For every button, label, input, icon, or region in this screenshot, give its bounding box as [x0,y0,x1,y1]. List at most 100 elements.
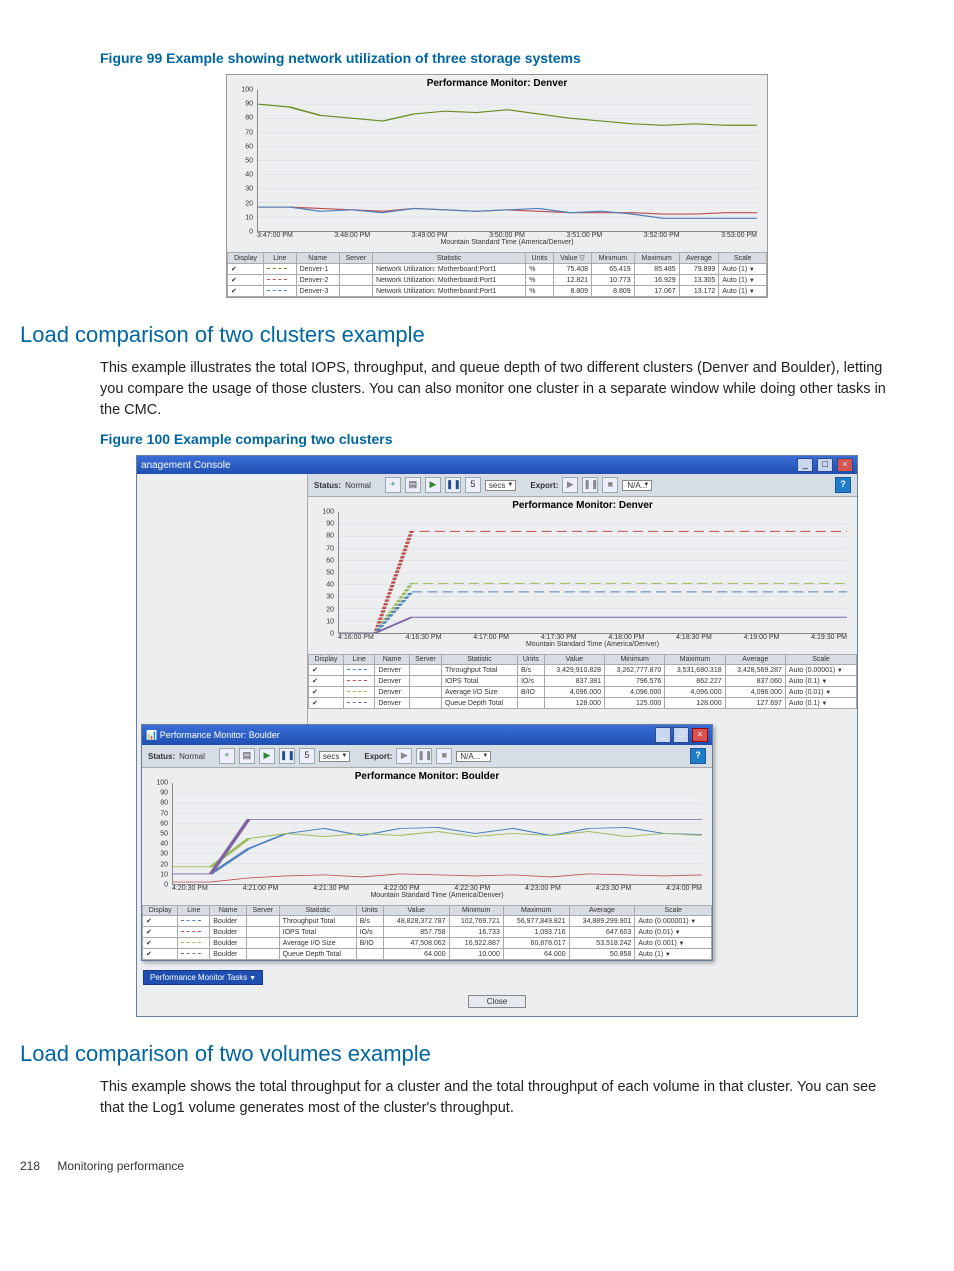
table-header[interactable]: Statistic [441,655,517,665]
boulder-interval-stepper[interactable]: 5 [299,748,315,764]
boulder-minimize-icon[interactable]: _ [655,727,671,743]
boulder-maximize-icon[interactable]: □ [673,727,689,743]
table-header[interactable]: Display [228,253,264,264]
table-header[interactable]: Display [143,906,178,916]
scale-select[interactable]: Auto (0.000001) [635,916,712,927]
table-header[interactable]: Server [409,655,441,665]
figure-99-y-axis: 1009080 706050 403020 100 [233,90,255,232]
na-button[interactable]: N/A... [622,480,652,491]
help-icon[interactable]: ? [835,477,851,493]
close-button[interactable]: Close [468,995,526,1008]
table-header[interactable]: Maximum [503,906,569,916]
table-header[interactable]: Name [210,906,247,916]
export-play-icon[interactable]: ▶ [562,477,578,493]
scale-select[interactable]: Auto (1) [719,286,767,297]
scale-select[interactable]: Auto (0.01) [785,687,856,698]
table-header[interactable]: Minimum [592,253,635,264]
export-stop-icon[interactable]: ■ [602,477,618,493]
scale-select[interactable]: Auto (0.01) [635,927,712,938]
add-button[interactable]: + [385,477,401,493]
table-header[interactable]: Display [309,655,344,665]
scale-select[interactable]: Auto (1) [719,264,767,275]
perf-monitor-tasks-button[interactable]: Performance Monitor Tasks [143,970,263,985]
boulder-help-icon[interactable]: ? [690,748,706,764]
table-header[interactable]: Minimum [605,655,665,665]
table-header[interactable]: Line [264,253,297,264]
table-header[interactable]: Units [517,655,544,665]
table-header[interactable]: Average [679,253,719,264]
display-checkbox[interactable]: ✔ [228,264,264,275]
table-header[interactable]: Statistic [279,906,356,916]
time-unit-select[interactable]: secs [485,480,516,491]
table-header[interactable]: Average [725,655,785,665]
close-icon[interactable]: × [837,458,853,472]
display-checkbox[interactable]: ✔ [143,938,178,949]
table-header[interactable]: Minimum [449,906,503,916]
table-header[interactable]: Server [339,253,372,264]
export-pause-icon[interactable]: ❚❚ [582,477,598,493]
display-checkbox[interactable]: ✔ [228,286,264,297]
name-cell: Denver-1 [296,264,339,275]
table-header[interactable]: Scale [719,253,767,264]
section-2-heading: Load comparison of two volumes example [20,1041,894,1067]
play-icon[interactable]: ▶ [425,477,441,493]
table-header[interactable]: Scale [785,655,856,665]
display-checkbox[interactable]: ✔ [143,949,178,960]
scale-select[interactable]: Auto (0.1) [785,676,856,687]
line-swatch-cell [343,676,374,687]
display-checkbox[interactable]: ✔ [309,665,344,676]
table-header[interactable]: Maximum [665,655,725,665]
table-header[interactable]: Value [544,655,604,665]
table-header[interactable]: Name [296,253,339,264]
server-cell [339,286,372,297]
line-swatch-cell [264,264,297,275]
scale-select[interactable]: Auto (0.1) [785,698,856,709]
display-checkbox[interactable]: ✔ [228,275,264,286]
scale-select[interactable]: Auto (0.001) [635,938,712,949]
scale-select[interactable]: Auto (1) [635,949,712,960]
boulder-close-icon[interactable]: × [692,728,708,742]
maximize-icon[interactable]: □ [817,458,833,472]
server-cell [409,698,441,709]
maximum-cell: 4,096.000 [665,687,725,698]
table-header[interactable]: Name [375,655,409,665]
boulder-export-stop-icon[interactable]: ■ [436,748,452,764]
table-header[interactable]: Maximum [634,253,679,264]
remove-button[interactable]: ▤ [405,477,421,493]
minimize-icon[interactable]: _ [797,458,813,472]
boulder-play-icon[interactable]: ▶ [259,748,275,764]
boulder-remove-button[interactable]: ▤ [239,748,255,764]
maximum-cell: 16.929 [634,275,679,286]
boulder-na-button[interactable]: N/A... [456,751,491,762]
table-header[interactable]: Value [383,906,449,916]
boulder-export-pause-icon[interactable]: ❚❚ [416,748,432,764]
boulder-add-button[interactable]: + [219,748,235,764]
display-checkbox[interactable]: ✔ [309,687,344,698]
boulder-time-unit-select[interactable]: secs [319,751,350,762]
table-header[interactable]: Line [178,906,210,916]
figure-99-plot [257,90,757,232]
scale-select[interactable]: Auto (1) [719,275,767,286]
denver-toolbar: Status: Normal + ▤ ▶ ❚❚ 5 secs Export: ▶… [308,474,857,497]
table-header[interactable]: Statistic [372,253,525,264]
table-header[interactable]: Average [569,906,635,916]
x-tick: 3:49:00 PM [412,232,448,239]
x-tick: 4:19:00 PM [744,634,780,641]
table-header[interactable]: Units [526,253,554,264]
display-checkbox[interactable]: ✔ [309,698,344,709]
table-header[interactable]: Units [356,906,383,916]
display-checkbox[interactable]: ✔ [143,927,178,938]
statistic-cell: Average I/O Size [279,938,356,949]
table-header[interactable]: Value ▽ [553,253,591,264]
table-header[interactable]: Scale [635,906,712,916]
pause-icon[interactable]: ❚❚ [445,477,461,493]
boulder-export-play-icon[interactable]: ▶ [396,748,412,764]
display-checkbox[interactable]: ✔ [143,916,178,927]
interval-stepper[interactable]: 5 [465,477,481,493]
boulder-pause-icon[interactable]: ❚❚ [279,748,295,764]
table-header[interactable]: Server [247,906,280,916]
value-cell: 75.408 [553,264,591,275]
table-header[interactable]: Line [343,655,374,665]
scale-select[interactable]: Auto (0.00001) [785,665,856,676]
display-checkbox[interactable]: ✔ [309,676,344,687]
